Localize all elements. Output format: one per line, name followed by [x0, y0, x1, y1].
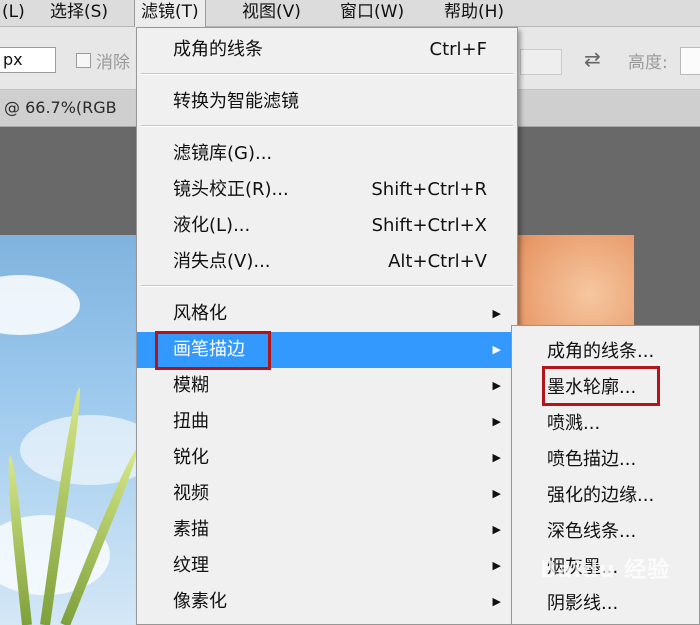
menu-item-pixelate[interactable]: 像素化 ▶	[137, 584, 517, 620]
menu-select-tail[interactable]: (L)	[0, 0, 31, 26]
annotation-highlight-box	[155, 331, 271, 370]
menu-item-sketch[interactable]: 素描 ▶	[137, 512, 517, 548]
menu-separator	[141, 125, 513, 127]
menu-view[interactable]: 视图(V)	[236, 0, 307, 26]
submenu-item-dark-strokes[interactable]: 深色线条...	[512, 514, 699, 550]
menu-bar: (L) 选择(S) 滤镜(T) 视图(V) 窗口(W) 帮助(H)	[0, 0, 700, 28]
submenu-arrow-icon: ▶	[492, 523, 501, 536]
submenu-arrow-icon: ▶	[492, 451, 501, 464]
swap-dimensions-icon[interactable]: ⇄	[584, 47, 601, 71]
antialias-label: 消除	[96, 53, 130, 73]
menu-item-liquify[interactable]: 液化(L)... Shift+Ctrl+X	[137, 208, 517, 244]
menu-help[interactable]: 帮助(H)	[438, 0, 510, 26]
menu-item-vanishing-point[interactable]: 消失点(V)... Alt+Ctrl+V	[137, 244, 517, 280]
submenu-arrow-icon: ▶	[492, 559, 501, 572]
image-cloud	[0, 275, 80, 335]
submenu-arrow-icon: ▶	[492, 379, 501, 392]
menu-item-stylize[interactable]: 风格化 ▶	[137, 296, 517, 332]
menu-item-video[interactable]: 视频 ▶	[137, 476, 517, 512]
menu-item-last-filter[interactable]: 成角的线条 Ctrl+F	[137, 32, 517, 68]
antialias-checkbox[interactable]	[76, 53, 91, 68]
width-field[interactable]	[520, 49, 562, 75]
menu-item-filter-gallery[interactable]: 滤镜库(G)...	[137, 136, 517, 172]
menu-item-texture[interactable]: 纹理 ▶	[137, 548, 517, 584]
menu-filter[interactable]: 滤镜(T)	[134, 0, 206, 28]
height-input[interactable]	[680, 47, 700, 75]
baidu-watermark: Baidu 经验	[540, 558, 671, 583]
submenu-item-crosshatch[interactable]: 阴影线...	[512, 586, 699, 622]
submenu-arrow-icon: ▶	[492, 307, 501, 320]
menu-item-convert-smart-filter[interactable]: 转换为智能滤镜	[137, 84, 517, 120]
submenu-arrow-icon: ▶	[492, 415, 501, 428]
menu-item-blur[interactable]: 模糊 ▶	[137, 368, 517, 404]
annotation-highlight-box	[542, 366, 660, 406]
submenu-item-sprayed-strokes[interactable]: 喷色描边...	[512, 442, 699, 478]
submenu-arrow-icon: ▶	[492, 487, 501, 500]
filter-menu: 成角的线条 Ctrl+F 转换为智能滤镜 滤镜库(G)... 镜头校正(R)..…	[136, 27, 518, 625]
document-tab-label: @ 66.7%(RGB	[4, 98, 117, 117]
height-label: 高度:	[628, 53, 668, 73]
menu-item-distort[interactable]: 扭曲 ▶	[137, 404, 517, 440]
submenu-arrow-icon: ▶	[492, 595, 501, 608]
submenu-item-accented-edges[interactable]: 强化的边缘...	[512, 478, 699, 514]
menu-window[interactable]: 窗口(W)	[334, 0, 410, 26]
menu-separator	[141, 285, 513, 287]
submenu-arrow-icon: ▶	[492, 343, 501, 356]
menu-item-sharpen[interactable]: 锐化 ▶	[137, 440, 517, 476]
unit-input[interactable]: px	[0, 47, 56, 73]
menu-separator	[141, 73, 513, 75]
menu-item-lens-correction[interactable]: 镜头校正(R)... Shift+Ctrl+R	[137, 172, 517, 208]
submenu-item-spatter[interactable]: 喷溅...	[512, 406, 699, 442]
menu-select[interactable]: 选择(S)	[44, 0, 114, 26]
submenu-item-angled-strokes[interactable]: 成角的线条...	[512, 334, 699, 370]
